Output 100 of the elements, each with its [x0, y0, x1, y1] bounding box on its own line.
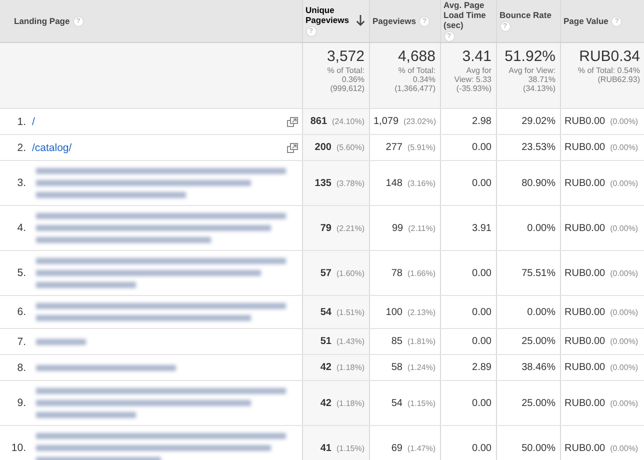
table-cell: RUB0.00: [564, 222, 606, 234]
row-number: 6.: [16, 306, 26, 318]
table-cell: (23.02%): [404, 117, 436, 126]
table-cell: 0.00: [472, 306, 492, 318]
total-detail: Avg for: [465, 66, 492, 75]
total-value: 3.41: [461, 47, 492, 66]
page-link[interactable]: /: [32, 116, 286, 128]
table-cell: 2.89: [472, 362, 492, 373]
table-cell: (0.00%): [610, 268, 638, 278]
table-cell: (3.78%): [336, 178, 364, 188]
total-detail: Avg for View:: [508, 66, 556, 75]
table-cell: 1,079: [374, 116, 399, 127]
table-cell: 75.51%: [522, 268, 556, 278]
table-cell: 861: [310, 116, 328, 127]
table-cell: 2.98: [472, 116, 492, 127]
table-cell: RUB0.00: [564, 336, 606, 347]
table-cell: (24.10%): [332, 117, 364, 126]
total-detail: (RUB62.93): [596, 75, 640, 84]
row-number: 1.: [16, 116, 26, 128]
table-cell: 42: [320, 362, 332, 373]
total-detail: View: 5.33: [453, 75, 492, 84]
table-cell: 200: [314, 142, 332, 153]
table-cell: RUB0.00: [564, 306, 606, 318]
row-number: 4.: [16, 222, 26, 234]
table-cell: RUB0.00: [564, 442, 606, 454]
total-detail: % of Total:: [397, 66, 436, 75]
total-value: RUB0.34: [578, 47, 640, 66]
table-cell: 0.00: [472, 178, 492, 188]
total-value: 51.92%: [504, 47, 556, 66]
table-cell: RUB0.00: [564, 116, 606, 127]
table-cell: 54: [320, 306, 332, 318]
table-cell: 69: [391, 442, 402, 454]
table-cell: 42: [320, 398, 332, 408]
row-number: 10.: [10, 442, 26, 454]
table-cell: (0.00%): [610, 398, 638, 408]
table-cell: (1.18%): [336, 398, 364, 408]
column-header[interactable]: Avg. Page Load Time (sec): [444, 0, 492, 30]
table-cell: (1.81%): [407, 337, 436, 346]
table-cell: (2.11%): [408, 224, 436, 232]
table-cell: 38.46%: [522, 362, 556, 373]
table-cell: (0.00%): [610, 363, 638, 372]
table-cell: (1.66%): [407, 268, 436, 278]
table-cell: RUB0.00: [564, 398, 606, 408]
table-cell: (2.13%): [407, 308, 436, 316]
table-cell: 50.00%: [522, 442, 556, 454]
table-cell: (1.47%): [407, 444, 436, 452]
table-cell: (0.00%): [610, 178, 638, 188]
table-cell: 85: [391, 336, 402, 347]
column-header[interactable]: Unique Pageviews: [306, 5, 354, 25]
table-cell: (1.51%): [336, 308, 364, 316]
table-cell: 100: [386, 306, 402, 318]
table-cell: (1.24%): [407, 363, 436, 372]
total-value: 4,688: [396, 47, 436, 66]
column-header[interactable]: Pageviews: [372, 16, 416, 26]
table-cell: RUB0.00: [564, 268, 606, 278]
open-in-new-icon[interactable]: [286, 116, 298, 126]
total-detail: 0.34%: [412, 75, 436, 84]
row-number: 3.: [16, 177, 26, 189]
total-value: 3,572: [326, 47, 364, 66]
table-cell: (1.15%): [336, 444, 364, 452]
table-cell: 54: [391, 398, 402, 408]
table-cell: 0.00: [472, 442, 492, 454]
table-cell: 58: [391, 362, 402, 373]
sort-descending-icon[interactable]: [356, 15, 364, 26]
table-cell: (0.00%): [610, 143, 638, 152]
table-cell: 23.53%: [522, 142, 556, 153]
total-detail: (1,366,477): [394, 84, 436, 93]
row-number: 5.: [16, 267, 26, 279]
table-cell: (3.16%): [407, 178, 436, 188]
table-cell: 57: [320, 268, 332, 278]
page-link[interactable]: /catalog/: [32, 142, 286, 154]
table-cell: 51: [320, 336, 332, 347]
table-cell: 0.00%: [527, 222, 556, 234]
table-cell: (1.15%): [407, 398, 436, 408]
table-cell: (2.21%): [336, 224, 364, 232]
total-detail: 0.36%: [340, 75, 364, 84]
table-cell: 99: [392, 222, 404, 234]
table-cell: 29.02%: [522, 116, 556, 127]
table-cell: 0.00: [472, 398, 492, 408]
table-cell: (0.00%): [610, 444, 638, 452]
table-cell: (1.60%): [336, 268, 364, 278]
table-cell: (0.00%): [610, 224, 638, 232]
table-cell: RUB0.00: [564, 362, 606, 373]
table-cell: 0.00: [472, 142, 492, 153]
total-detail: % of Total:: [326, 66, 364, 75]
table-cell: 135: [314, 178, 332, 188]
table-cell: 25.00%: [522, 398, 556, 408]
column-header[interactable]: Landing Page: [14, 16, 70, 26]
row-number: 9.: [16, 397, 26, 409]
open-in-new-icon[interactable]: [286, 142, 298, 152]
row-number: 7.: [16, 336, 26, 348]
table-cell: 80.90%: [522, 178, 556, 188]
column-header[interactable]: Page Value: [564, 16, 608, 26]
table-cell: (1.43%): [336, 337, 364, 346]
table-cell: 277: [386, 142, 402, 153]
table-cell: 0.00: [472, 268, 492, 278]
column-header[interactable]: Bounce Rate: [500, 10, 552, 20]
table-cell: 0.00%: [527, 306, 556, 318]
table-cell: 148: [386, 178, 402, 188]
table-cell: RUB0.00: [564, 178, 606, 188]
